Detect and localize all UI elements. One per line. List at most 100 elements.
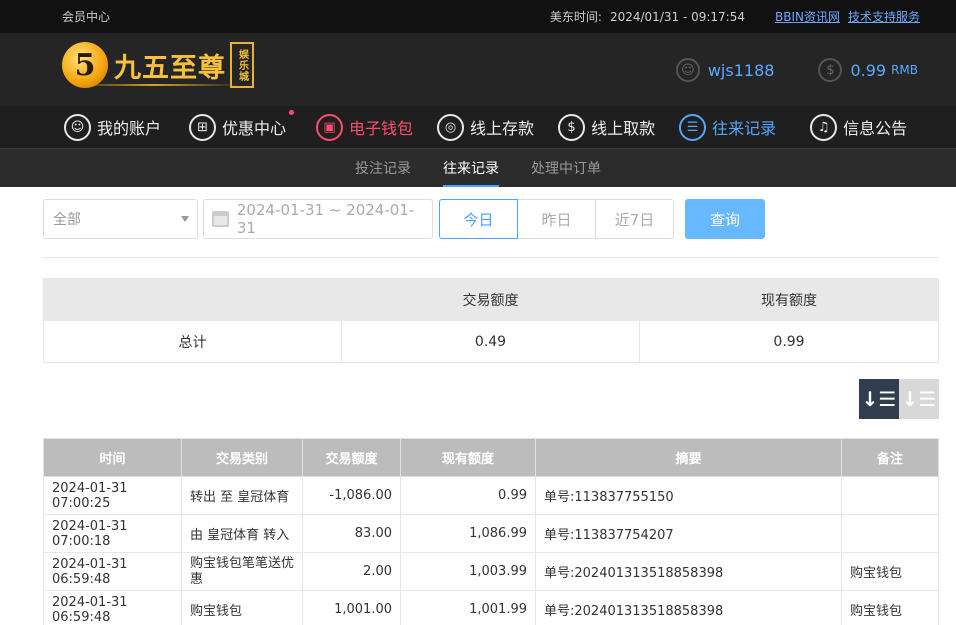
sort-bar: ↓☰ ↓☰ — [43, 363, 939, 438]
table-row: 2024-01-31 06:59:48 购宝钱包笔笔送优惠 2.00 1,003… — [43, 552, 939, 591]
col-amount: 交易额度 — [302, 438, 401, 477]
summary-header-amount: 交易额度 — [341, 278, 640, 321]
cell-type: 购宝钱包 — [181, 590, 303, 625]
col-balance: 现有额度 — [400, 438, 536, 477]
time-value: 2024/01/31 - 09:17:54 — [609, 9, 745, 24]
time-label: 美东时间: — [549, 10, 602, 24]
withdraw-icon: $ — [558, 113, 586, 141]
cell-type: 转出 至 皇冠体育 — [181, 476, 303, 515]
logo-mark: 5 — [62, 42, 108, 88]
tab-transaction-records[interactable]: 往来记录 — [427, 149, 515, 187]
summary-header-balance: 现有额度 — [639, 278, 939, 321]
nav-announcements[interactable]: ♫ 信息公告 — [810, 113, 908, 141]
nav-records[interactable]: ☰ 往来记录 — [679, 113, 777, 141]
logo-underline — [70, 84, 240, 86]
date-range-value: 2024-01-31 ~ 2024-01-31 — [236, 201, 415, 237]
cell-note — [841, 476, 939, 515]
cell-note: 购宝钱包 — [841, 590, 939, 625]
type-select[interactable]: 全部 — [43, 199, 198, 239]
quick-date-group: 今日 昨日 近7日 — [439, 199, 674, 239]
nav-label: 信息公告 — [843, 119, 908, 138]
gift-icon: ⊞ — [189, 113, 217, 141]
cell-amount: 83.00 — [302, 514, 401, 553]
cell-summary: 单号:20240131351885839​8 — [535, 552, 842, 591]
cell-time: 2024-01-31 06:59:48 — [43, 590, 182, 625]
records-table: 时间 交易类别 交易额度 现有额度 摘要 备注 2024-01-31 07:00… — [43, 438, 939, 625]
cell-balance: 0.99 — [400, 476, 536, 515]
nav-withdraw[interactable]: $ 线上取款 — [558, 113, 656, 141]
cell-note: 购宝钱包 — [841, 552, 939, 591]
tab-bet-records[interactable]: 投注记录 — [339, 149, 427, 187]
nav-e-wallet[interactable]: ▣ 电子钱包 — [316, 113, 414, 141]
main-nav: ☺ 我的账户 ⊞ 优惠中心 ▣ 电子钱包 ◎ 线上存款 $ 线上取款 ☰ 往来记… — [0, 106, 956, 148]
dollar-icon: $ — [818, 58, 843, 82]
cell-amount: 2.00 — [302, 552, 401, 591]
cell-type: 由 皇冠体育 转入 — [181, 514, 303, 553]
table-header-row: 时间 交易类别 交易额度 现有额度 摘要 备注 — [43, 438, 939, 477]
type-select-value: 全部 — [53, 212, 81, 228]
user-info: ☺ wjs1188 $ 0.99 RMB — [675, 58, 918, 82]
filter-bar: 全部 2024-01-31 ~ 2024-01-31 今日 昨日 近7日 查询 — [43, 187, 939, 247]
member-center-label: 会员中心 — [62, 10, 111, 24]
user-icon: ☺ — [675, 58, 700, 82]
cell-type: 购宝钱包笔笔送优惠 — [181, 552, 303, 591]
summary-header-blank — [43, 278, 342, 321]
today-button[interactable]: 今日 — [439, 199, 518, 239]
cell-time: 2024-01-31 07:00:25 — [43, 476, 182, 515]
nav-label: 往来记录 — [712, 119, 777, 138]
table-row: 2024-01-31 07:00:25 转出 至 皇冠体育 -1,086.00 … — [43, 476, 939, 515]
nav-deposit[interactable]: ◎ 线上存款 — [437, 113, 535, 141]
sort-asc-icon[interactable]: ↓☰ — [899, 379, 939, 419]
deposit-icon: ◎ — [437, 113, 465, 141]
sub-nav: 投注记录 往来记录 处理中订单 — [0, 148, 956, 187]
cell-time: 2024-01-31 06:59:48 — [43, 552, 182, 591]
brand-name: 九五至尊 — [114, 52, 226, 84]
last-7-days-button[interactable]: 近7日 — [595, 199, 674, 239]
col-summary: 摘要 — [535, 438, 842, 477]
summary-total-label: 总计 — [43, 320, 342, 363]
user-icon: ☺ — [64, 113, 91, 141]
chevron-down-icon — [181, 216, 189, 222]
nav-label: 线上取款 — [591, 119, 656, 138]
bell-icon: ♫ — [810, 113, 838, 141]
content: 全部 2024-01-31 ~ 2024-01-31 今日 昨日 近7日 查询 … — [0, 187, 956, 625]
cell-summary: 单号:113837754207 — [535, 514, 842, 553]
records-icon: ☰ — [679, 113, 707, 141]
cell-balance: 1,001.99 — [400, 590, 536, 625]
top-bar: 会员中心 美东时间: 2024/01/31 - 09:17:54 BBIN资讯网… — [0, 0, 956, 33]
sort-desc-icon[interactable]: ↓☰ — [859, 379, 899, 419]
col-type: 交易类别 — [181, 438, 303, 477]
nav-label: 线上存款 — [470, 119, 535, 138]
yesterday-button[interactable]: 昨日 — [517, 199, 596, 239]
summary-balance: 0.99 — [639, 320, 939, 363]
tab-pending-orders[interactable]: 处理中订单 — [515, 149, 617, 187]
summary-amount: 0.49 — [341, 320, 640, 363]
cell-time: 2024-01-31 07:00:18 — [43, 514, 182, 553]
logo[interactable]: 5 九五至尊 娱乐城 — [62, 42, 254, 88]
date-range-input[interactable]: 2024-01-31 ~ 2024-01-31 — [203, 199, 433, 239]
username[interactable]: wjs1188 — [708, 61, 775, 80]
col-note: 备注 — [841, 438, 939, 477]
cell-balance: 1,086.99 — [400, 514, 536, 553]
cell-amount: -1,086.00 — [302, 476, 401, 515]
nav-promotions[interactable]: ⊞ 优惠中心 — [189, 109, 295, 141]
calendar-icon — [212, 211, 229, 227]
cell-note — [841, 514, 939, 553]
support-link[interactable]: 技术支持服务 — [848, 8, 920, 25]
divider — [43, 257, 939, 258]
query-button[interactable]: 查询 — [685, 199, 765, 239]
nav-my-account[interactable]: ☺ 我的账户 — [64, 113, 162, 141]
bbin-news-link[interactable]: BBIN资讯网 — [775, 8, 840, 25]
brand-badge: 娱乐城 — [230, 42, 254, 88]
cell-summary: 单号:113837755150 — [535, 476, 842, 515]
balance-value: 0.99 — [850, 60, 887, 80]
wallet-icon: ▣ — [316, 113, 344, 141]
table-row: 2024-01-31 06:59:48 购宝钱包 1,001.00 1,001.… — [43, 590, 939, 625]
header: 5 九五至尊 娱乐城 ☺ wjs1188 $ 0.99 RMB — [0, 33, 956, 106]
nav-label: 我的账户 — [97, 119, 162, 138]
cell-amount: 1,001.00 — [302, 590, 401, 625]
summary-table: 交易额度 现有额度 总计 0.49 0.99 — [43, 278, 939, 363]
currency: RMB — [891, 63, 918, 77]
nav-label: 电子钱包 — [349, 119, 414, 138]
cell-summary: 单号:202401313518858398 — [535, 590, 842, 625]
